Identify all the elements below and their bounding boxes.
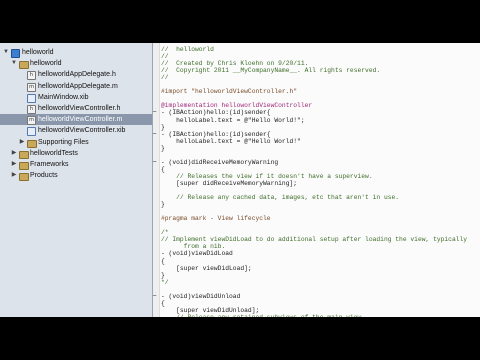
navigator-row-label: MainWindow.xib bbox=[38, 93, 89, 101]
xib-file-icon bbox=[27, 93, 36, 103]
folder-icon bbox=[19, 173, 29, 182]
navigator-row-label: helloworldTests bbox=[30, 149, 78, 157]
disclosure-triangle-icon[interactable]: ▼ bbox=[3, 47, 9, 58]
code-line[interactable]: // Copyright 2011 __MyCompanyName__. All… bbox=[161, 66, 380, 75]
code-line[interactable]: - (void)viewDidUnload bbox=[161, 292, 240, 301]
code-line[interactable]: [super viewDidLoad]; bbox=[161, 264, 252, 273]
editor-gutter[interactable] bbox=[153, 43, 160, 317]
letterbox-bottom bbox=[0, 317, 480, 360]
navigator-row[interactable]: ▼ helloworld bbox=[0, 58, 152, 70]
navigator-row-label: Supporting Files bbox=[38, 138, 89, 146]
navigator-row-label: helloworldViewController.xib bbox=[38, 127, 126, 135]
disclosure-triangle-icon[interactable]: ▶ bbox=[11, 159, 17, 170]
video-frame: ▼ helloworld ▼ helloworld h helloworldAppDele… bbox=[0, 0, 480, 360]
xib-file-icon bbox=[27, 127, 36, 137]
header-file-icon: h bbox=[27, 105, 36, 114]
folder-icon bbox=[19, 61, 29, 70]
navigator-row[interactable]: h helloworldViewController.h bbox=[0, 103, 152, 114]
disclosure-triangle-icon[interactable]: ▶ bbox=[11, 148, 17, 159]
navigator-row-label: Products bbox=[30, 172, 58, 180]
code-line[interactable]: #pragma mark - View lifecycle bbox=[161, 214, 271, 223]
navigator-row-label: helloworldViewController.h bbox=[38, 105, 121, 112]
code-line[interactable]: - (void)viewDidLoad bbox=[161, 249, 233, 258]
folder-icon bbox=[27, 139, 37, 148]
code-line[interactable]: #import "helloworldViewController.h" bbox=[161, 87, 297, 96]
navigator-row[interactable]: ▼ helloworld bbox=[0, 47, 152, 58]
code-line[interactable]: // Release any cached data, images, etc … bbox=[161, 193, 399, 202]
code-line[interactable]: */ bbox=[161, 278, 169, 287]
code-line[interactable]: - (void)didReceiveMemoryWarning bbox=[161, 158, 278, 167]
header-file-icon: h bbox=[27, 71, 36, 81]
code-line[interactable]: } bbox=[161, 200, 165, 209]
fold-marker-icon[interactable]: – bbox=[153, 109, 157, 115]
navigator-row-label: helloworldAppDelegate.m bbox=[38, 82, 118, 90]
navigator-row[interactable]: ▶ Products bbox=[0, 170, 152, 182]
project-navigator[interactable]: ▼ helloworld ▼ helloworld h helloworldAppDele… bbox=[0, 43, 153, 317]
navigator-row-label: helloworldViewController.m bbox=[38, 116, 123, 124]
code-line[interactable]: // bbox=[161, 73, 169, 82]
navigator-row[interactable]: ▶ Supporting Files bbox=[0, 137, 152, 148]
disclosure-triangle-icon[interactable]: ▼ bbox=[11, 58, 17, 69]
navigator-row[interactable]: m helloworldViewController.m bbox=[0, 114, 152, 126]
file-type-glyph: h bbox=[29, 72, 34, 79]
letterbox-top bbox=[0, 0, 480, 43]
navigator-row[interactable]: m helloworldAppDelegate.m bbox=[0, 81, 152, 92]
fold-marker-icon[interactable]: – bbox=[153, 159, 157, 165]
fold-marker-icon[interactable]: – bbox=[153, 293, 157, 299]
code-line[interactable]: helloLabel.text = @"Hello World!" bbox=[161, 137, 301, 146]
disclosure-triangle-icon[interactable]: ▶ bbox=[11, 170, 17, 181]
navigator-row-label: Frameworks bbox=[30, 161, 69, 168]
file-type-glyph: h bbox=[29, 106, 34, 112]
code-line[interactable]: helloLabel.text = @"Hello World!"; bbox=[161, 116, 304, 125]
folder-icon bbox=[19, 162, 29, 170]
navigator-row-label: helloworld bbox=[22, 49, 54, 56]
file-type-glyph: m bbox=[29, 117, 34, 124]
navigator-row[interactable]: helloworldViewController.xib bbox=[0, 125, 152, 137]
implementation-file-icon: m bbox=[27, 82, 36, 92]
navigator-row[interactable]: ▶ Frameworks bbox=[0, 159, 152, 170]
navigator-row-label: helloworldAppDelegate.h bbox=[38, 71, 116, 79]
code-line[interactable]: [super didReceiveMemoryWarning]; bbox=[161, 179, 297, 188]
project-icon bbox=[11, 49, 20, 58]
navigator-row[interactable]: MainWindow.xib bbox=[0, 92, 152, 103]
folder-icon bbox=[19, 150, 29, 159]
disclosure-triangle-icon[interactable]: ▶ bbox=[19, 137, 25, 148]
file-type-glyph: m bbox=[29, 83, 34, 90]
navigator-row[interactable]: h helloworldAppDelegate.h bbox=[0, 69, 152, 81]
fold-marker-icon[interactable]: – bbox=[153, 131, 157, 137]
navigator-row[interactable]: ▶ helloworldTests bbox=[0, 148, 152, 159]
implementation-file-icon: m bbox=[27, 116, 36, 126]
code-line[interactable]: } bbox=[161, 144, 165, 153]
navigator-row-label: helloworld bbox=[30, 60, 62, 68]
code-editor[interactable]: // helloworld//// Created by Chris Kloeh… bbox=[153, 43, 480, 317]
